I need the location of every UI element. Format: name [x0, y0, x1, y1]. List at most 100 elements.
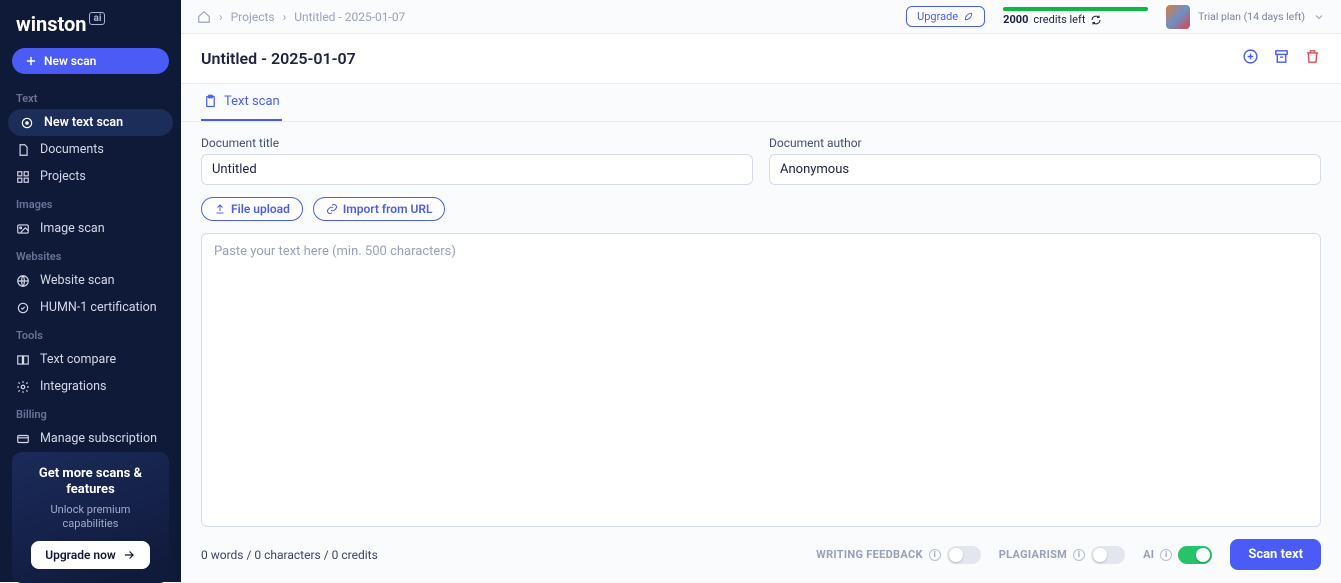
grid-icon	[16, 170, 30, 184]
author-label: Document author	[769, 136, 1321, 150]
writing-switch[interactable]	[947, 546, 981, 564]
trash-icon	[1304, 48, 1321, 65]
nav-label: Image scan	[40, 221, 105, 236]
main: › Projects › Untitled - 2025-01-07 Upgra…	[181, 0, 1341, 582]
plagiarism-switch[interactable]	[1091, 546, 1125, 564]
sidebar-item-image-scan[interactable]: Image scan	[0, 215, 181, 242]
sidebar-item-new-text-scan[interactable]: New text scan	[8, 109, 173, 136]
badge-icon	[16, 301, 30, 315]
home-icon[interactable]	[197, 10, 211, 24]
tab-label: Text scan	[224, 94, 280, 109]
gear-icon	[16, 380, 30, 394]
section-websites: Websites	[0, 242, 181, 267]
document-icon	[16, 143, 30, 157]
new-scan-button[interactable]: New scan	[12, 48, 169, 74]
archive-button[interactable]	[1273, 48, 1290, 69]
sidebar-item-integrations[interactable]: Integrations	[0, 373, 181, 400]
sidebar-item-humn1[interactable]: HUMN-1 certification	[0, 294, 181, 321]
section-tools: Tools	[0, 321, 181, 346]
nav-label: Integrations	[40, 379, 106, 394]
arrow-right-icon	[122, 548, 136, 562]
text-input[interactable]	[201, 233, 1321, 527]
promo-subtitle: Unlock premium capabilities	[24, 503, 157, 532]
author-input[interactable]	[769, 154, 1321, 185]
breadcrumb-current: Untitled - 2025-01-07	[294, 10, 405, 24]
image-icon	[16, 222, 30, 236]
add-button[interactable]	[1242, 48, 1259, 69]
plus-icon	[24, 54, 38, 68]
file-upload-label: File upload	[231, 202, 290, 216]
refresh-icon[interactable]	[1090, 14, 1102, 26]
nav-label: New text scan	[44, 115, 123, 130]
info-icon[interactable]: i	[1073, 549, 1085, 561]
ai-label: AI	[1143, 548, 1154, 561]
logo[interactable]: winston ai	[0, 12, 181, 48]
upgrade-now-label: Upgrade now	[45, 548, 116, 562]
nav-label: Projects	[40, 169, 86, 184]
rocket-icon	[963, 11, 974, 22]
delete-button[interactable]	[1304, 48, 1321, 69]
footer: 0 words / 0 characters / 0 credits WRITI…	[181, 527, 1341, 582]
info-icon[interactable]: i	[929, 549, 941, 561]
link-icon	[326, 203, 338, 215]
titlebar: Untitled - 2025-01-07	[181, 34, 1341, 84]
credits-number: 2000	[1003, 13, 1028, 26]
logo-suffix: ai	[89, 12, 105, 25]
breadcrumb-projects[interactable]: Projects	[231, 10, 275, 24]
section-text: Text	[0, 84, 181, 109]
upload-icon	[214, 203, 226, 215]
upgrade-button[interactable]: Upgrade	[906, 6, 985, 27]
trial-plan-text: Trial plan (14 days left)	[1198, 10, 1305, 23]
paste-icon	[203, 94, 218, 109]
sidebar-item-text-compare[interactable]: Text compare	[0, 346, 181, 373]
info-icon[interactable]: i	[1160, 549, 1172, 561]
sidebar-item-manage-subscription[interactable]: Manage subscription	[0, 425, 181, 452]
file-upload-button[interactable]: File upload	[201, 197, 303, 221]
promo-card: Get more scans & features Unlock premium…	[12, 452, 169, 583]
field-author: Document author	[769, 136, 1321, 185]
word-count: 0 words / 0 characters / 0 credits	[201, 548, 378, 562]
title-input[interactable]	[201, 154, 753, 185]
nav-label: Text compare	[40, 352, 116, 367]
card-icon	[16, 432, 30, 446]
section-images: Images	[0, 190, 181, 215]
scan-text-button[interactable]: Scan text	[1230, 539, 1321, 570]
nav-label: HUMN-1 certification	[40, 300, 157, 315]
breadcrumb: › Projects › Untitled - 2025-01-07	[197, 10, 405, 24]
sidebar-item-website-scan[interactable]: Website scan	[0, 267, 181, 294]
tabs: Text scan	[181, 84, 1341, 122]
nav-label: Website scan	[40, 273, 115, 288]
target-icon	[20, 116, 34, 130]
promo-title: Get more scans & features	[24, 466, 157, 499]
globe-icon	[16, 274, 30, 288]
tab-text-scan[interactable]: Text scan	[201, 84, 282, 121]
new-scan-label: New scan	[44, 54, 96, 68]
sidebar-item-projects[interactable]: Projects	[0, 163, 181, 190]
archive-icon	[1273, 48, 1290, 65]
credit-bar	[1003, 7, 1148, 11]
avatar[interactable]	[1166, 5, 1190, 29]
upgrade-label: Upgrade	[917, 10, 958, 23]
nav-label: Manage subscription	[40, 431, 157, 446]
section-billing: Billing	[0, 400, 181, 425]
import-url-label: Import from URL	[343, 202, 433, 216]
upgrade-now-button[interactable]: Upgrade now	[31, 541, 150, 569]
credits-suffix: credits left	[1033, 13, 1085, 26]
document-title: Untitled - 2025-01-07	[201, 49, 356, 68]
nav-label: Documents	[40, 142, 104, 157]
writing-label: WRITING FEEDBACK	[816, 548, 923, 561]
topbar: › Projects › Untitled - 2025-01-07 Upgra…	[181, 0, 1341, 34]
plus-circle-icon	[1242, 48, 1259, 65]
credits-area: 2000 credits left	[1003, 7, 1148, 26]
sidebar: winston ai New scan Text New text scan D…	[0, 0, 181, 582]
import-url-button[interactable]: Import from URL	[313, 197, 446, 221]
plagiarism-label: PLAGIARISM	[999, 548, 1067, 561]
content: Document title Document author File uplo…	[181, 122, 1341, 527]
ai-switch[interactable]	[1178, 546, 1212, 564]
field-title: Document title	[201, 136, 753, 185]
logo-text: winston	[16, 12, 86, 36]
sidebar-item-documents[interactable]: Documents	[0, 136, 181, 163]
toggle-plagiarism: PLAGIARISM i	[999, 546, 1125, 564]
toggle-writing-feedback: WRITING FEEDBACK i	[816, 546, 981, 564]
chevron-down-icon[interactable]	[1313, 11, 1325, 23]
